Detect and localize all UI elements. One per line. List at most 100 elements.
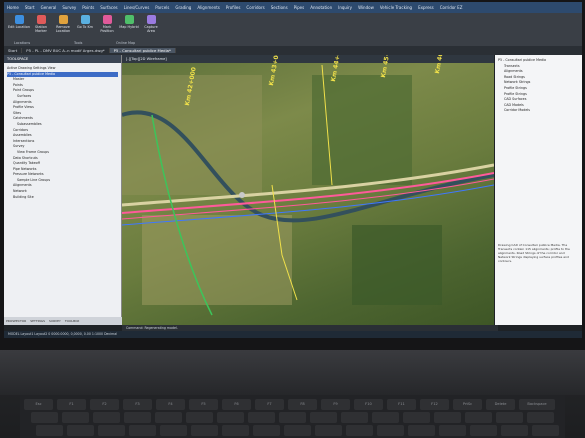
- keyboard-key: F7: [255, 399, 284, 410]
- ribbon-button-label: Edit Location: [8, 25, 30, 29]
- ribbon-button[interactable]: Station Marker: [30, 15, 52, 41]
- file-tab[interactable]: P5 - Consultari publice Media*: [109, 48, 176, 53]
- ribbon-group-locations: Locations: [14, 41, 31, 45]
- title-tab[interactable]: Sections: [268, 5, 291, 10]
- map-canvas[interactable]: [-][Top][2D Wireframe] Km 42+000 Km 43+00…: [122, 55, 494, 325]
- ribbon-button[interactable]: Map Hybrid: [118, 15, 140, 41]
- title-tab[interactable]: Annotation: [307, 5, 335, 10]
- title-tab[interactable]: Survey: [59, 5, 79, 10]
- keyboard-key: [155, 412, 182, 423]
- toolspace-tab[interactable]: TOOLBOX: [65, 317, 79, 325]
- keyboard-key: [470, 425, 497, 436]
- keyboard-key: [222, 425, 249, 436]
- title-tab[interactable]: Alignments: [194, 5, 223, 10]
- ribbon-button-label: Remove Location: [55, 25, 71, 33]
- keyboard-key: [284, 425, 311, 436]
- keyboard-key: [248, 412, 275, 423]
- keyboard-key: F10: [354, 399, 383, 410]
- title-bar: Home Start General Survey Points Surfaces Line…: [4, 2, 582, 13]
- ribbon-group-tools: Tools: [74, 41, 83, 45]
- keyboard-key: PrtSc: [453, 399, 482, 410]
- ribbon-button[interactable]: Edit Location: [8, 15, 30, 41]
- ribbon-button-icon: [14, 15, 24, 24]
- keyboard-key: F11: [387, 399, 416, 410]
- keyboard-key: [93, 412, 120, 423]
- prospector-panel: P5 - Consultari publice Media Transects Al…: [495, 55, 582, 325]
- ribbon-button[interactable]: Mark Position: [96, 15, 118, 41]
- toolspace-tab[interactable]: SETTINGS: [30, 317, 45, 325]
- keyboard-key: [496, 412, 523, 423]
- prospector-item[interactable]: Corridor Models: [498, 108, 579, 114]
- keyboard-key: [532, 425, 559, 436]
- title-tab[interactable]: Inquiry: [335, 5, 355, 10]
- prospector-tree-right: P5 - Consultari publice Media Transects Al…: [495, 55, 582, 117]
- keyboard-key: [465, 412, 492, 423]
- keyboard-key: [191, 425, 218, 436]
- keyboard-key: [217, 412, 244, 423]
- ribbon-button-icon: [58, 15, 68, 24]
- ribbon-button-label: Capture Area: [144, 25, 158, 33]
- title-tab[interactable]: Corridor EZ: [437, 5, 466, 10]
- title-tab[interactable]: Corridors: [243, 5, 267, 10]
- file-tab[interactable]: Start: [4, 48, 23, 53]
- ribbon-button[interactable]: Go To Km: [74, 15, 96, 41]
- toolspace-header: TOOLSPACE: [4, 55, 121, 63]
- keyboard-key: Esc: [24, 399, 53, 410]
- title-tab[interactable]: Profiles: [223, 5, 244, 10]
- screen: Home Start General Survey Points Surfaces Line…: [4, 2, 582, 338]
- title-tab[interactable]: Lines/Curves: [121, 5, 153, 10]
- title-tab[interactable]: Surfaces: [97, 5, 120, 10]
- ribbon-button[interactable]: Capture Area: [140, 15, 162, 41]
- toolspace-panel: TOOLSPACE Active Drawing Settings View P5…: [4, 55, 123, 325]
- title-tab[interactable]: Window: [355, 5, 377, 10]
- keyboard-key: F8: [288, 399, 317, 410]
- file-tab[interactable]: P5 - PL - DMV BUC A..n modif Arges.dwg*: [22, 48, 110, 53]
- keyboard-key: [408, 425, 435, 436]
- prospector-tree: Active Drawing Settings View P5 - Consult…: [4, 63, 121, 203]
- tree-item[interactable]: Building Site: [7, 195, 118, 201]
- keyboard-key: [253, 425, 280, 436]
- ribbon-button[interactable]: Remove Location: [52, 15, 74, 41]
- keyboard-key: [341, 412, 368, 423]
- file-tabs: Start P5 - PL - DMV BUC A..n modif Arges.…: [4, 46, 582, 55]
- toolspace-tab[interactable]: SURVEY: [49, 317, 61, 325]
- keyboard-key: [346, 425, 373, 436]
- satellite-map: [122, 64, 494, 316]
- keyboard-key: [310, 412, 337, 423]
- keyboard-key: F5: [189, 399, 218, 410]
- keyboard: Esc F1 F2 F3 F4 F5 F6 F7 F8 F9 F10 F11 F12 PrtSc Delet…: [20, 395, 565, 438]
- keyboard-key: [31, 412, 58, 423]
- title-tab[interactable]: Home: [4, 5, 22, 10]
- title-tab[interactable]: Start: [22, 5, 38, 10]
- title-tab[interactable]: Express: [415, 5, 437, 10]
- keyboard-key: F4: [156, 399, 185, 410]
- ribbon: Edit Location Station Marker Remove Locati…: [4, 13, 582, 47]
- keyboard-key: [129, 425, 156, 436]
- keyboard-key: [124, 412, 151, 423]
- keyboard-key: [372, 412, 399, 423]
- title-tab[interactable]: Pipes: [291, 5, 308, 10]
- title-tab[interactable]: Vehicle Tracking: [377, 5, 415, 10]
- keyboard-key: [62, 412, 89, 423]
- laptop-hinge: [0, 350, 585, 395]
- keyboard-key: [377, 425, 404, 436]
- toolspace-tab[interactable]: PROSPECTOR: [6, 317, 26, 325]
- keyboard-key: F12: [420, 399, 449, 410]
- keyboard-key: [67, 425, 94, 436]
- title-tab[interactable]: General: [38, 5, 60, 10]
- item-description: Drawing CAD of Consultari publice Media.…: [498, 243, 570, 263]
- title-tab[interactable]: Parcels: [152, 5, 172, 10]
- ribbon-button-icon: [124, 15, 134, 24]
- ribbon-button-icon: [36, 15, 46, 24]
- keyboard-key: F2: [90, 399, 119, 410]
- title-tab[interactable]: Grading: [172, 5, 194, 10]
- keyboard-key: [186, 412, 213, 423]
- ribbon-button-icon: [80, 15, 90, 24]
- keyboard-key: [439, 425, 466, 436]
- keyboard-key: F3: [123, 399, 152, 410]
- monitor-bezel: Home Start General Survey Points Surfaces Line…: [0, 0, 585, 350]
- title-tab[interactable]: Points: [79, 5, 97, 10]
- keyboard-key: [315, 425, 342, 436]
- keyboard-key: [434, 412, 461, 423]
- keyboard-key: [36, 425, 63, 436]
